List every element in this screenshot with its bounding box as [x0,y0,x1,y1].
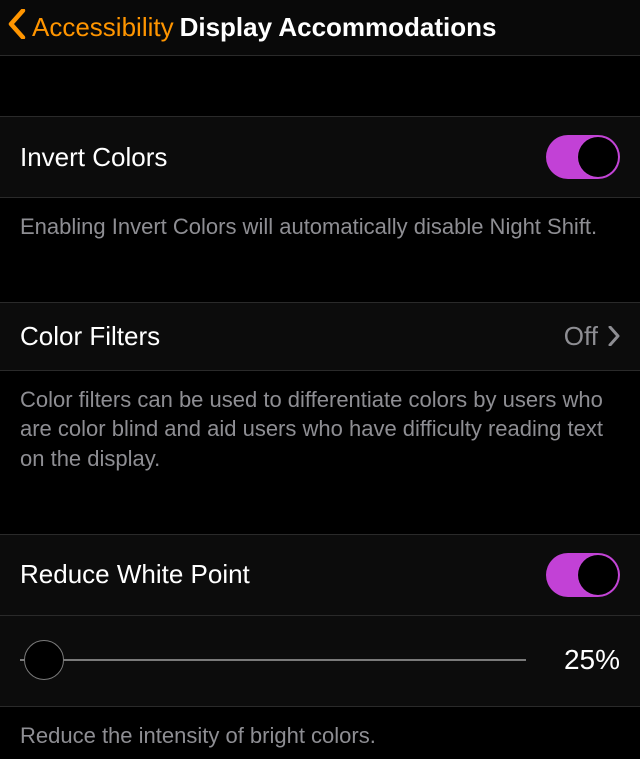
color-filters-label: Color Filters [20,321,160,352]
reduce-white-point-footer: Reduce the intensity of bright colors. [0,707,640,759]
section-gap [0,262,640,302]
section-spacer [0,56,640,116]
color-filters-value-wrap: Off [564,321,620,352]
back-label: Accessibility [32,12,174,43]
white-point-slider-row: 25% [0,616,640,706]
invert-colors-label: Invert Colors [20,142,167,173]
nav-bar: Accessibility Display Accommodations [0,0,640,56]
chevron-left-icon [8,9,32,46]
section-gap [0,494,640,534]
color-filters-row[interactable]: Color Filters Off [0,303,640,370]
reduce-white-point-row[interactable]: Reduce White Point [0,535,640,615]
invert-colors-toggle[interactable] [546,135,620,179]
white-point-slider[interactable] [20,640,526,680]
white-point-value: 25% [550,644,620,676]
invert-colors-row[interactable]: Invert Colors [0,117,640,197]
reduce-white-point-toggle[interactable] [546,553,620,597]
slider-track [20,659,526,661]
invert-colors-footer: Enabling Invert Colors will automaticall… [0,198,640,262]
color-filters-value: Off [564,321,598,352]
back-button[interactable]: Accessibility [8,9,174,46]
page-title: Display Accommodations [180,12,497,43]
toggle-knob [578,555,618,595]
slider-thumb[interactable] [24,640,64,680]
color-filters-footer: Color filters can be used to differentia… [0,371,640,494]
reduce-white-point-label: Reduce White Point [20,559,250,590]
chevron-right-icon [608,326,620,346]
toggle-knob [578,137,618,177]
